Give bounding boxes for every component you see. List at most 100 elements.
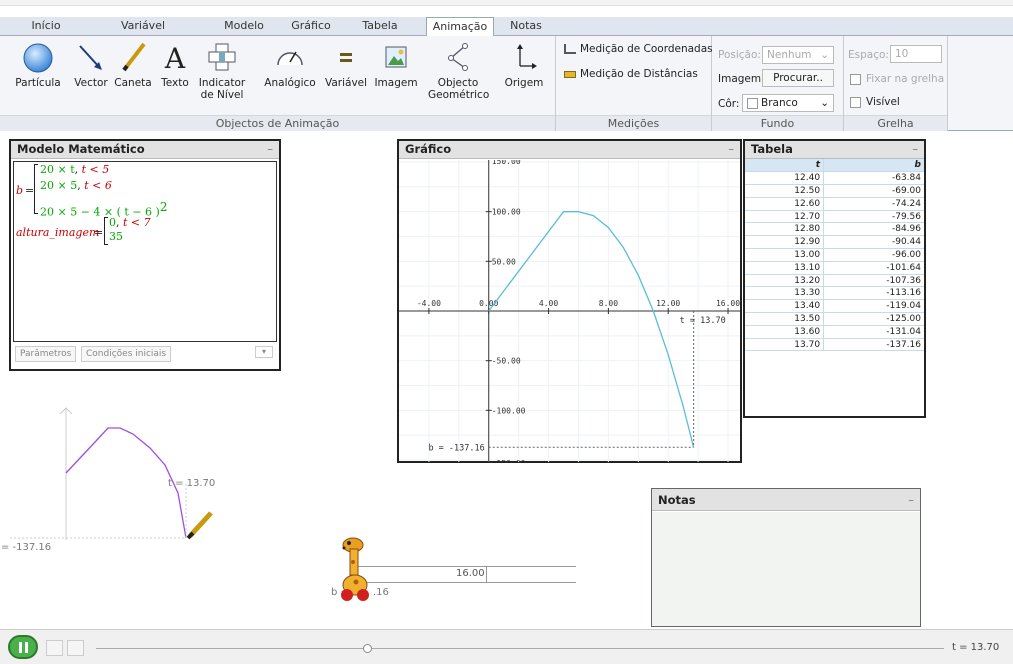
- table-row: 12.60 -74.24: [745, 197, 924, 211]
- imagem-label-field: Imagem:: [718, 73, 765, 85]
- tab-inicio[interactable]: Início: [22, 17, 70, 36]
- pen-icon[interactable]: [186, 511, 213, 540]
- minimize-icon[interactable]: –: [728, 142, 734, 156]
- espaco-label: Espaço:: [848, 49, 889, 61]
- data-table: t b 12.40 -63.84 12.50 -69.00 12.60 -74.24 12.…: [745, 159, 924, 352]
- current-t-label: t = 13.70: [680, 316, 726, 326]
- graph-plot[interactable]: -4.00 0.00 4.00 8.00 12.00 16.00 100.00 50.00 -5…: [399, 160, 740, 462]
- level-indicator-icon: [208, 43, 236, 71]
- coordinates-icon: [564, 44, 576, 54]
- imagem-button[interactable]: Imagem: [374, 40, 418, 89]
- modelo-matematico-panel: Modelo Matemático – b = 20 × t, t < 5 20 …: [9, 139, 281, 371]
- grafico-panel: Gráfico – -4.00 0.00 4.00 8.00 12.00 16.00 100.…: [397, 139, 742, 463]
- level-marker: [486, 566, 487, 583]
- group-objectos-animacao: Partícula Vector Caneta A Texto Indicato…: [0, 36, 556, 131]
- group-fundo: Posição: Nenhum ⌄ Imagem: Procurar.. Côr:…: [712, 36, 844, 131]
- giraffe-icon[interactable]: [333, 535, 373, 603]
- variavel-button[interactable]: Variável: [324, 40, 368, 89]
- y-tick-label: -100.00: [492, 406, 526, 415]
- equals-sign: =: [25, 184, 35, 197]
- caneta-button[interactable]: Caneta: [114, 40, 152, 89]
- vector-button[interactable]: Vector: [72, 40, 110, 89]
- cor-select[interactable]: Branco ⌄: [742, 94, 834, 112]
- b-brace: [34, 164, 38, 214]
- tab-animacao[interactable]: Animação: [426, 17, 494, 37]
- x-tick-label: 4.00: [539, 299, 558, 308]
- grelha-group-label: Grelha: [844, 115, 947, 131]
- tab-tabela[interactable]: Tabela: [354, 17, 406, 36]
- fixar-grelha-checkbox[interactable]: Fixar na grelha: [850, 73, 944, 85]
- table-cell-t: 13.70: [745, 338, 825, 352]
- pen-b-label: = -137.16: [1, 542, 52, 553]
- espaco-input[interactable]: 10: [890, 45, 942, 63]
- table-cell-t: 12.40: [745, 171, 825, 186]
- altura-imagem-variable: altura_imagem: [16, 226, 100, 239]
- table-cell-b: -131.04: [823, 325, 924, 339]
- table-row: 13.70 -137.16: [745, 338, 924, 352]
- vector-label: Vector: [74, 77, 108, 89]
- indicator-nivel-button[interactable]: Indicator de Nível: [198, 40, 246, 101]
- posicao-select[interactable]: Nenhum ⌄: [762, 46, 834, 64]
- vector-arrow-icon: [79, 45, 102, 70]
- alt-brace: [104, 217, 108, 245]
- table-cell-t: 12.50: [745, 184, 825, 198]
- visivel-checkbox[interactable]: Visível: [850, 96, 900, 108]
- b-case-2: 20 × 5, t < 6: [40, 179, 112, 192]
- texto-button[interactable]: A Texto: [158, 40, 192, 89]
- analogico-button[interactable]: Analógico: [262, 40, 318, 89]
- grafico-panel-header: Gráfico –: [399, 141, 740, 159]
- analogico-label: Analógico: [264, 77, 316, 89]
- tab-notas[interactable]: Notas: [502, 17, 550, 36]
- origem-button[interactable]: Origem: [502, 40, 546, 89]
- medicao-distancias-label: Medição de Distâncias: [580, 68, 698, 80]
- chevron-down-icon: ⌄: [820, 49, 829, 61]
- image-icon: [385, 46, 407, 68]
- step-back-button[interactable]: [46, 640, 63, 656]
- table-cell-t: 13.60: [745, 325, 825, 339]
- x-tick-label: 16.00: [716, 299, 740, 308]
- pause-button[interactable]: [8, 635, 38, 659]
- procurar-button[interactable]: Procurar..: [762, 69, 834, 87]
- tab-modelo[interactable]: Modelo: [218, 17, 270, 36]
- indicator-nivel-label: Indicator de Nível: [198, 77, 246, 101]
- playback-bar: t = 13.70: [0, 629, 1013, 664]
- tab-bar: Início Variável Independente Modelo Gráf…: [0, 17, 1013, 50]
- medicao-distancias-button[interactable]: Medição de Distâncias: [564, 68, 698, 80]
- title-strip: [0, 0, 1013, 6]
- table-cell-b: -119.04: [823, 299, 924, 314]
- table-row: 12.80 -84.96: [745, 222, 924, 237]
- parametros-button[interactable]: Parâmetros: [15, 346, 77, 362]
- y-tick-label: 50.00: [492, 257, 516, 266]
- table-cell-t: 12.90: [745, 235, 825, 250]
- posicao-label: Posição:: [718, 49, 761, 61]
- table-row: 12.70 -79.56: [745, 210, 924, 224]
- step-forward-button[interactable]: [67, 640, 84, 656]
- notas-panel-header: Notas –: [652, 489, 920, 511]
- color-swatch: [747, 97, 758, 109]
- expand-icon[interactable]: ▾: [255, 346, 273, 358]
- minimize-icon[interactable]: –: [908, 493, 914, 507]
- tabela-panel-title: Tabela: [751, 142, 793, 156]
- table-row: 13.40 -119.04: [745, 299, 924, 314]
- notas-text-area[interactable]: [652, 512, 920, 626]
- table-cell-b: -101.64: [823, 261, 924, 275]
- gauge-icon: [277, 51, 303, 66]
- table-header-t: t: [745, 159, 825, 173]
- table-row: 12.40 -63.84: [745, 171, 924, 186]
- minimize-icon[interactable]: –: [912, 142, 918, 156]
- condicoes-iniciais-button[interactable]: Condições iniciais: [81, 346, 172, 362]
- minimize-icon[interactable]: –: [267, 142, 273, 156]
- group-grelha: Espaço: 10 Fixar na grelha Visível Grelh…: [844, 36, 948, 131]
- ruler-icon: [564, 70, 576, 78]
- time-slider-track[interactable]: [96, 648, 944, 649]
- pen-icon: [122, 42, 146, 72]
- pen-trace-canvas: [10, 407, 213, 540]
- particula-button[interactable]: Partícula: [10, 40, 66, 89]
- alt-case-1: 0, t < 7: [109, 216, 151, 229]
- tab-variavel-independente[interactable]: Variável Independente: [82, 17, 204, 50]
- medicao-coordenadas-button[interactable]: Medição de Coordenadas: [564, 43, 713, 55]
- time-slider-thumb[interactable]: [363, 644, 373, 653]
- objecto-geometrico-button[interactable]: Objecto Geométrico: [428, 40, 489, 101]
- model-editor[interactable]: b = 20 × t, t < 5 20 × 5, t < 6 20 × 5 −…: [13, 161, 277, 342]
- tab-grafico[interactable]: Gráfico: [282, 17, 340, 36]
